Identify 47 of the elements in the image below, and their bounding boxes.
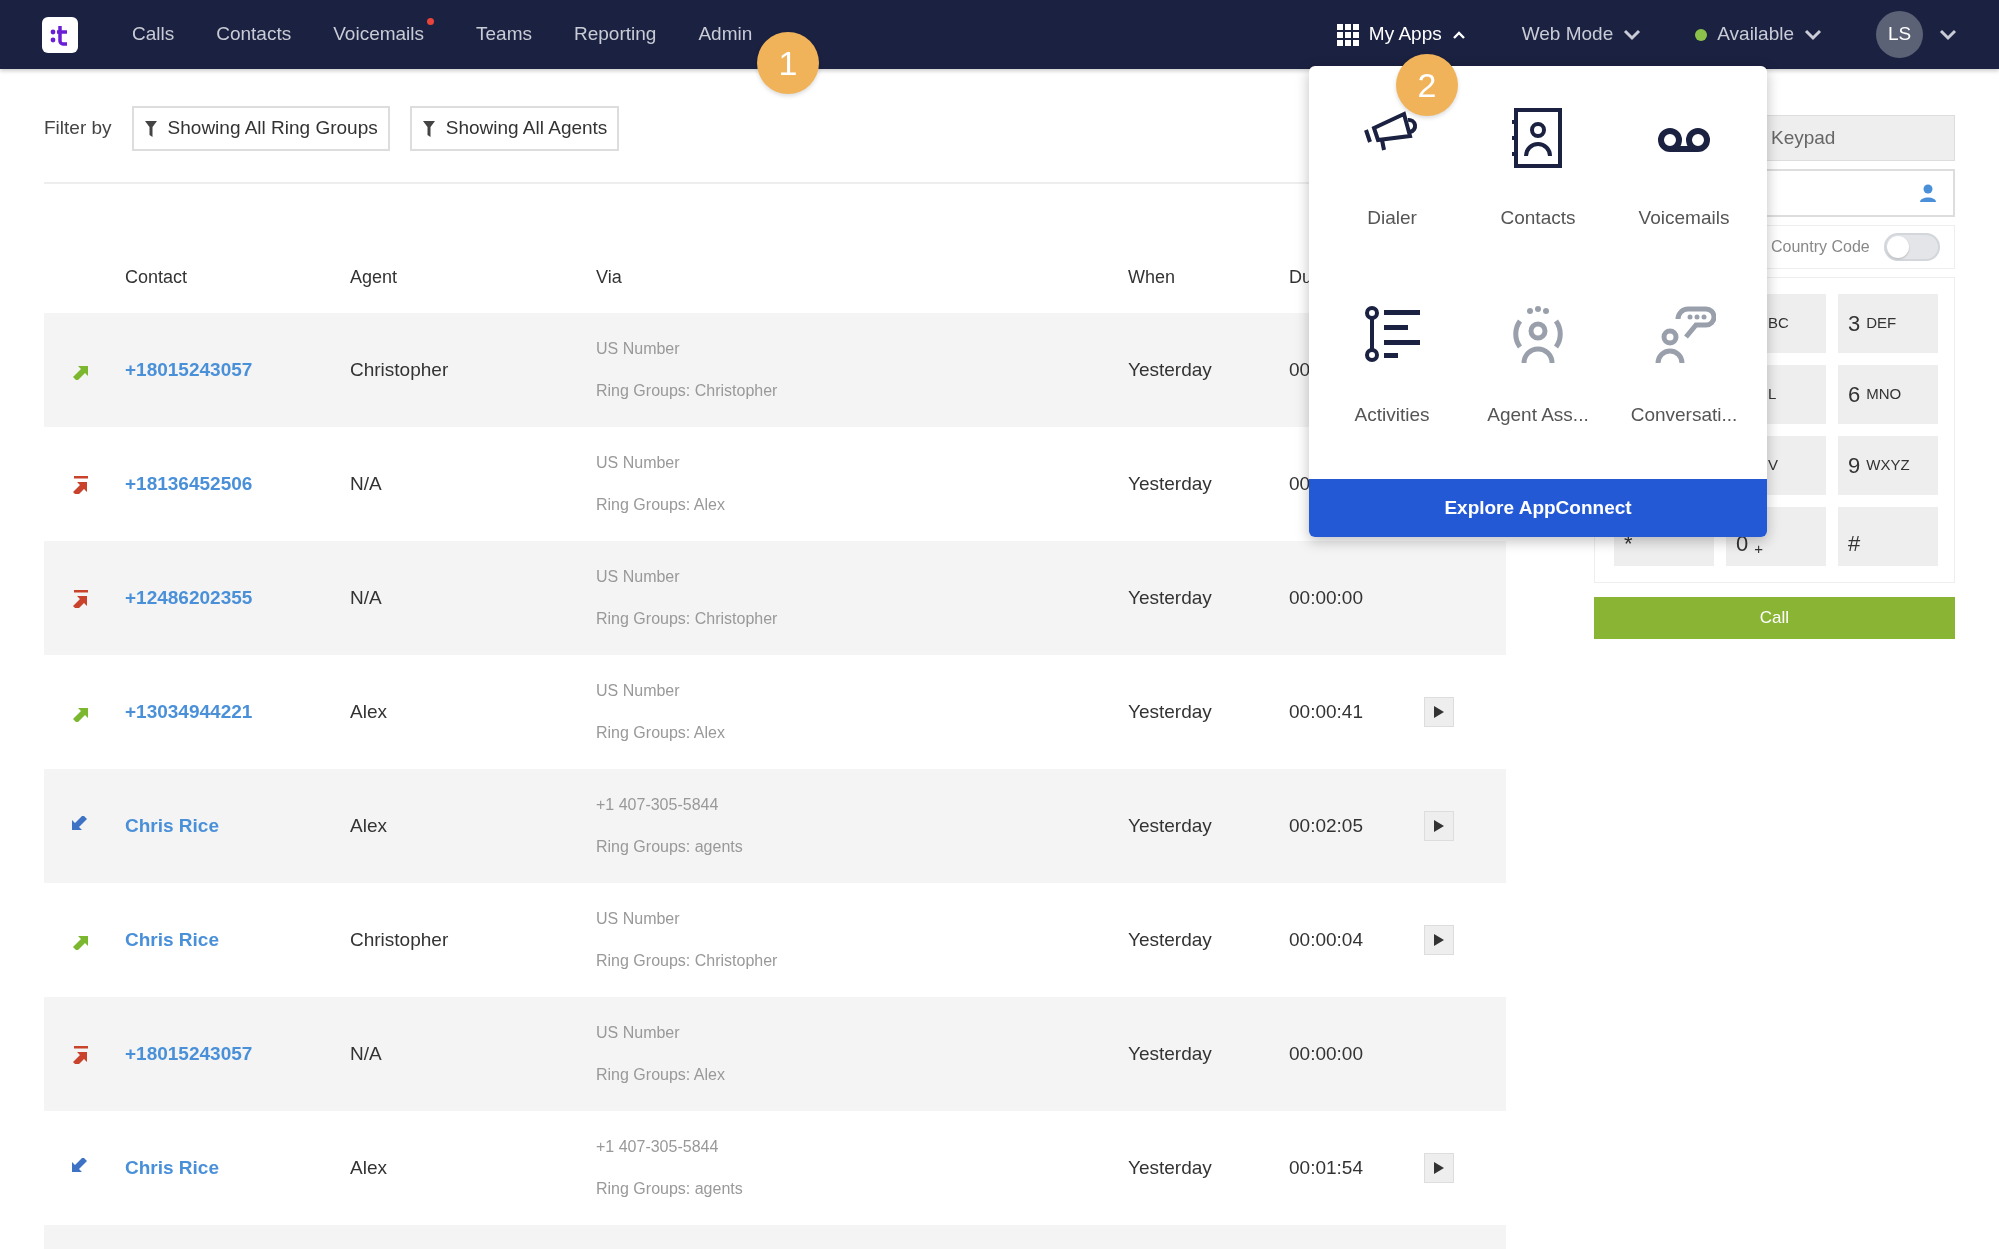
ring-group: Ring Groups: agents <box>596 1177 1128 1201</box>
call-duration: 00:00:00 <box>1289 1042 1363 1064</box>
agent-name: Christopher <box>350 928 449 950</box>
call-date: Yesterday <box>1128 814 1212 836</box>
ring-group: Ring Groups: Alex <box>596 721 1128 745</box>
call-duration: 00 <box>1289 472 1311 494</box>
call-date: Yesterday <box>1128 700 1212 722</box>
call-duration: 00:00:04 <box>1289 928 1363 950</box>
agent-name: N/A <box>350 472 382 494</box>
ring-group: Ring Groups: Christopher <box>596 379 1128 403</box>
call-date: Yesterday <box>1128 472 1212 494</box>
ring-group: Ring Groups: agents <box>596 835 1128 859</box>
via-number: US Number <box>596 909 681 929</box>
via-number: US Number <box>596 567 681 587</box>
call-date: Yesterday <box>1128 1042 1212 1064</box>
agent-name: N/A <box>350 586 382 608</box>
call-date: Yesterday <box>1128 1156 1212 1178</box>
via-number: US Number <box>596 453 681 473</box>
call-duration: 00:01:54 <box>1289 1156 1363 1178</box>
country-code-label: Country Code <box>1771 237 1870 257</box>
agent-name: Alex <box>350 1156 387 1178</box>
filter-label: Filter by <box>44 116 112 141</box>
via-number: +1 407-305-5844 <box>596 795 720 815</box>
column-header: When <box>1128 266 1177 289</box>
call-date: Yesterday <box>1128 358 1212 380</box>
via-number: +1 407-305-5844 <box>596 1137 720 1157</box>
column-header: Agent <box>350 266 399 289</box>
agent-name: Alex <box>350 700 387 722</box>
via-number: US Number <box>596 681 681 701</box>
call-duration: 00:00:41 <box>1289 700 1363 722</box>
column-header: Via <box>596 266 623 289</box>
agent-name: Alex <box>350 814 387 836</box>
call-duration: 00:02:05 <box>1289 814 1363 836</box>
call-duration: 00:00:00 <box>1289 586 1363 608</box>
agent-name: Christopher <box>350 358 449 380</box>
via-number: US Number <box>596 1023 681 1043</box>
call-duration: 00 <box>1289 358 1311 380</box>
ring-group: Ring Groups: Alex <box>596 493 1128 517</box>
ring-group: Ring Groups: Christopher <box>596 607 1128 631</box>
agent-name: N/A <box>350 1042 382 1064</box>
ring-group: Ring Groups: Alex <box>596 1063 1128 1087</box>
step-marker: 1 <box>757 32 819 94</box>
call-date: Yesterday <box>1128 928 1212 950</box>
column-header: Contact <box>125 266 189 289</box>
call-date: Yesterday <box>1128 586 1212 608</box>
via-number: US Number <box>596 339 681 359</box>
ring-group: Ring Groups: Christopher <box>596 949 1128 973</box>
